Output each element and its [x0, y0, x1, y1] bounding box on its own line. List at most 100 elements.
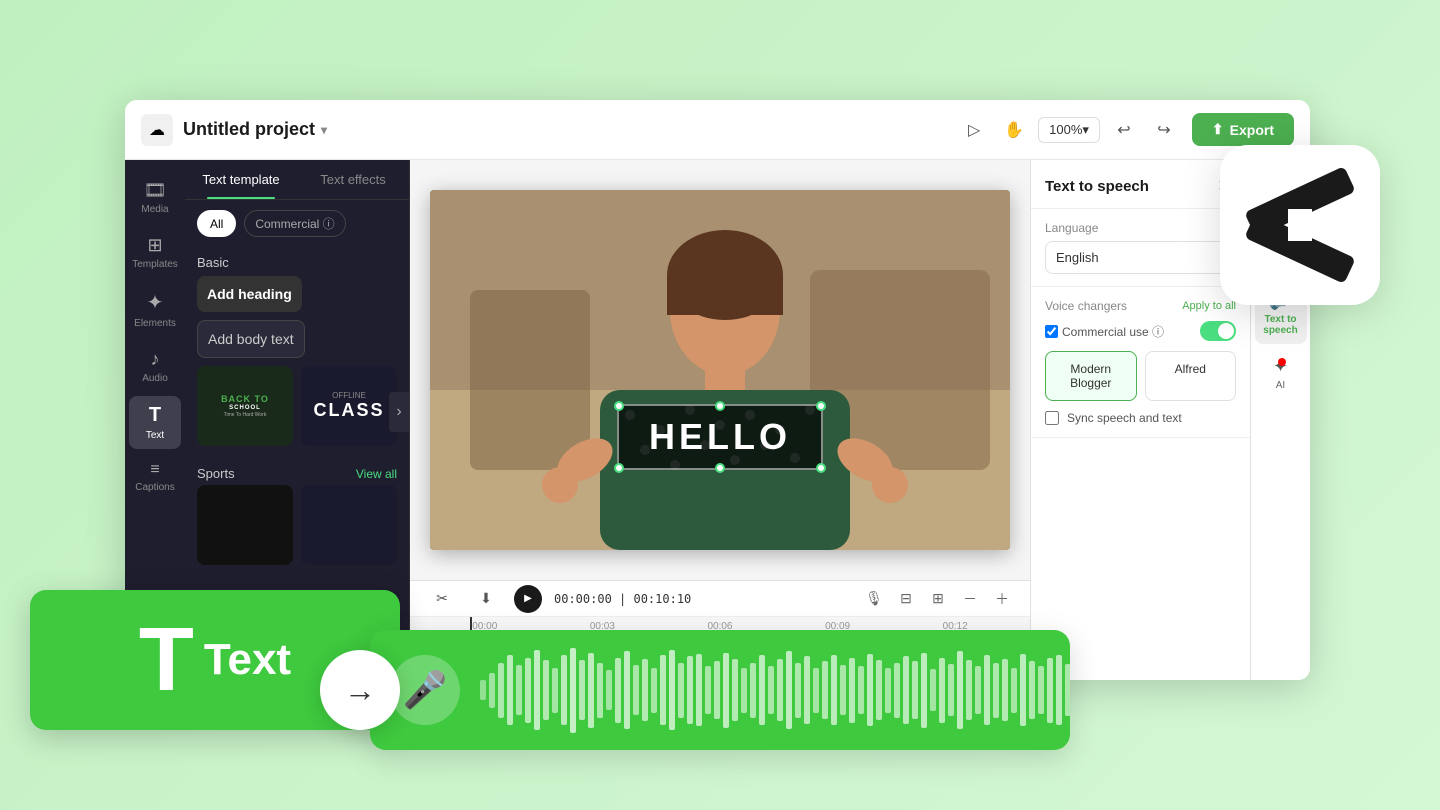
handle-tm[interactable] — [715, 401, 725, 411]
sync-checkbox[interactable] — [1045, 411, 1059, 425]
play-icon: ▶ — [524, 593, 532, 604]
media-icon: 🎞 — [144, 180, 167, 201]
sidebar-item-elements[interactable]: ✦ Elements — [129, 282, 181, 337]
top-bar-left: ☁ Untitled project ▾ — [141, 114, 946, 146]
wave-bar-1 — [489, 673, 495, 708]
commercial-toggle[interactable] — [1200, 321, 1236, 341]
trim-button[interactable]: ✂ — [426, 583, 458, 615]
handle-br[interactable] — [816, 463, 826, 473]
hand-tool-button[interactable]: ✋ — [998, 114, 1030, 146]
hello-text-overlay[interactable]: HELLO — [617, 404, 823, 470]
wave-bar-64 — [1056, 655, 1062, 725]
template-back-to-school[interactable]: BACK TO SCHOOL Time To Hard Work — [197, 366, 293, 446]
play-button[interactable]: ▶ — [514, 585, 542, 613]
handle-tr[interactable] — [816, 401, 826, 411]
sync-row: Sync speech and text — [1045, 411, 1236, 425]
voice-grid: Modern Blogger Alfred — [1045, 351, 1236, 401]
zoom-control[interactable]: 100%▾ — [1038, 117, 1100, 143]
sports-header: Sports View all — [185, 458, 409, 485]
chevron-down-icon[interactable]: ▾ — [321, 123, 327, 137]
wave-bar-57 — [993, 663, 999, 718]
add-body-text-button[interactable]: Add body text — [197, 320, 305, 358]
audio-wave-card: 🎤 — [370, 630, 1070, 750]
sports-template-2[interactable] — [301, 485, 397, 565]
commercial-toggle-row: Commercial use ⓘ — [1045, 321, 1236, 341]
language-select[interactable]: English — [1045, 241, 1236, 274]
templates-icon: ⊞ — [147, 235, 162, 256]
select-tool-button[interactable]: ▷ — [958, 114, 990, 146]
microphone-icon: 🎤 — [403, 669, 448, 711]
download-button[interactable]: ⬇ — [470, 583, 502, 615]
sidebar-item-text[interactable]: T Text — [129, 396, 181, 449]
wave-bar-55 — [975, 666, 981, 714]
ai-icon-wrapper: ✦ — [1273, 356, 1288, 377]
sports-grid — [185, 485, 409, 577]
wave-bar-53 — [957, 651, 963, 729]
sidebar-item-templates[interactable]: ⊞ Templates — [129, 227, 181, 278]
wave-bar-34 — [786, 651, 792, 729]
language-select-wrapper: English — [1045, 241, 1236, 274]
sidebar-audio-label: Audio — [142, 373, 168, 384]
scroll-arrow-right[interactable]: › — [389, 392, 409, 432]
mic-tool-button[interactable]: 🎙 — [862, 587, 886, 611]
wave-bar-41 — [849, 658, 855, 723]
text-feature-label: Text — [204, 635, 291, 685]
apply-all-button[interactable]: Apply to all — [1182, 300, 1236, 312]
redo-button[interactable]: ↪ — [1148, 114, 1180, 146]
commercial-checkbox[interactable] — [1045, 325, 1058, 338]
wave-bar-26 — [714, 661, 720, 719]
handle-bm[interactable] — [715, 463, 725, 473]
sidebar-templates-label: Templates — [132, 259, 178, 270]
class-content: OFFLINE CLASS — [313, 391, 384, 421]
voice-alfred[interactable]: Alfred — [1145, 351, 1237, 401]
sidebar-item-audio[interactable]: ♪ Audio — [129, 341, 181, 392]
zoom-value: 100% — [1049, 122, 1082, 137]
section-sports-title: Sports — [197, 466, 235, 481]
wave-bar-20 — [660, 655, 666, 725]
sports-template-1[interactable] — [197, 485, 293, 565]
undo-button[interactable]: ↩ — [1108, 114, 1140, 146]
captions-icon: ≡ — [150, 461, 159, 479]
add-heading-button[interactable]: Add heading — [197, 276, 302, 312]
tab-text-template[interactable]: Text template — [185, 160, 297, 199]
tab-text-template-label: Text template — [202, 172, 279, 187]
text-icon: T — [149, 404, 161, 427]
split-tool-button[interactable]: ⊞ — [926, 587, 950, 611]
sidebar-item-media[interactable]: 🎞 Media — [129, 172, 181, 223]
top-bar: ☁ Untitled project ▾ ▷ ✋ 100%▾ ↩ ↪ ⬆ Exp… — [125, 100, 1310, 160]
wave-bar-4 — [516, 665, 522, 715]
strip-item-ai[interactable]: ✦ AI — [1255, 348, 1307, 399]
caption-tool-button[interactable]: ⊟ — [894, 587, 918, 611]
tts-title: Text to speech — [1045, 178, 1149, 195]
template-class[interactable]: OFFLINE CLASS — [301, 366, 397, 446]
filter-all-button[interactable]: All — [197, 210, 236, 237]
elements-icon: ✦ — [147, 290, 164, 315]
wave-bar-21 — [669, 650, 675, 730]
wave-bar-0 — [480, 680, 486, 700]
wave-bar-24 — [696, 654, 702, 726]
voice-modern-blogger[interactable]: Modern Blogger — [1045, 351, 1137, 401]
export-icon: ⬆ — [1212, 121, 1224, 138]
export-button[interactable]: ⬆ Export — [1192, 113, 1294, 146]
wave-bar-28 — [732, 659, 738, 721]
view-all-button[interactable]: View all — [356, 467, 397, 481]
right-panel: Text to speech ✕ Language English Voice … — [1030, 160, 1250, 680]
wave-bar-22 — [678, 663, 684, 718]
language-value: English — [1056, 250, 1099, 265]
zoom-out-button[interactable]: － — [958, 587, 982, 611]
sidebar-item-captions[interactable]: ≡ Captions — [129, 453, 181, 501]
capcut-logo-big — [1220, 145, 1380, 305]
handle-bl[interactable] — [614, 463, 624, 473]
commercial-use-label: Commercial use ⓘ — [1062, 323, 1164, 340]
tts-panel: Text to speech ✕ Language English Voice … — [1031, 160, 1250, 680]
zoom-in-button[interactable]: ＋ — [990, 587, 1014, 611]
wave-bar-5 — [525, 658, 531, 723]
arrow-card: → — [320, 650, 400, 730]
wave-bar-32 — [768, 666, 774, 714]
handle-tl[interactable] — [614, 401, 624, 411]
filter-commercial-button[interactable]: Commercial ⓘ — [244, 210, 345, 237]
tab-text-effects[interactable]: Text effects — [297, 160, 409, 199]
wave-bar-27 — [723, 653, 729, 728]
mic-icon-wrapper: 🎤 — [390, 655, 460, 725]
voice-changers-header: Voice changers Apply to all — [1045, 299, 1236, 313]
